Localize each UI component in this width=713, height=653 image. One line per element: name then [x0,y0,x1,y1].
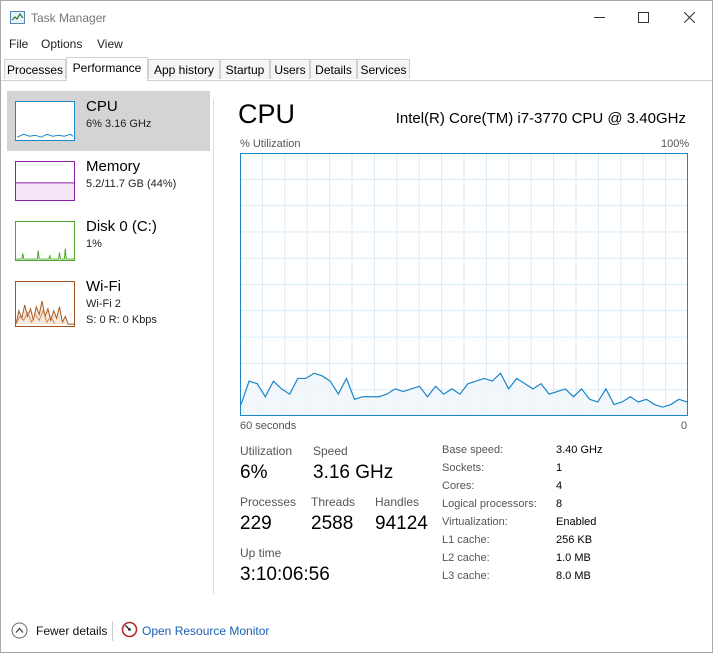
utilization-label: Utilization [240,444,293,458]
performance-sidebar: CPU 6% 3.16 GHz Memory 5.2/11.7 GB (44%)… [7,91,210,601]
speed-value: 3.16 GHz [313,462,394,483]
menu-options[interactable]: Options [41,37,82,51]
cpu-model-name: Intel(R) Core(TM) i7-3770 CPU @ 3.40GHz [395,110,686,127]
sidebar-divider [213,99,214,594]
tab-services[interactable]: Services [357,59,410,79]
sidebar-wifi-adapter: Wi-Fi 2 [86,298,121,310]
minimize-icon [593,17,605,18]
speed-label: Speed [313,444,348,458]
spec-label-l3-cache: L3 cache: [442,570,490,582]
sidebar-item-wifi[interactable]: Wi-Fi Wi-Fi 2 S: 0 R: 0 Kbps [7,273,210,339]
spec-value-sockets: 1 [556,462,563,474]
graph-min-label: 0 [681,420,688,432]
minimize-button[interactable] [576,1,622,34]
page-title: CPU [238,99,296,129]
uptime-label: Up time [240,546,282,560]
sidebar-disk-usage: 1% [86,238,102,250]
sidebar-item-disk[interactable]: Disk 0 (C:) 1% [7,213,210,273]
tab-performance[interactable]: Performance [66,57,148,81]
footer-separator [112,621,113,641]
cpu-utilization-graph [240,153,688,416]
sidebar-wifi-name: Wi-Fi [86,278,121,295]
sidebar-cpu-usage: 6% 3.16 GHz [86,118,152,130]
graph-max-label: 100% [661,138,690,150]
spec-value-base-speed: 3.40 GHz [556,444,603,456]
open-resource-monitor-label: Open Resource Monitor [142,624,270,638]
fewer-details-label: Fewer details [36,624,108,638]
handles-value: 94124 [375,513,428,534]
spec-label-logical-processors: Logical processors: [442,498,537,510]
footer-bar: Fewer details Open Resource Monitor [1,613,712,649]
sidebar-item-cpu[interactable]: CPU 6% 3.16 GHz [7,91,210,151]
processes-value: 229 [240,513,272,534]
task-manager-window: Task Manager File Options View Processes… [0,0,713,653]
close-icon [683,12,695,23]
task-manager-icon [10,11,25,24]
sidebar-item-memory[interactable]: Memory 5.2/11.7 GB (44%) [7,153,210,213]
spec-label-cores: Cores: [442,480,475,492]
threads-value: 2588 [311,513,354,534]
close-button[interactable] [666,1,712,34]
processes-label: Processes [240,495,297,509]
spec-label-base-speed: Base speed: [442,444,504,456]
graph-time-label: 60 seconds [240,420,297,432]
tab-startup[interactable]: Startup [220,59,270,79]
sidebar-wifi-throughput: S: 0 R: 0 Kbps [86,314,157,326]
cpu-thumbnail-graph [15,101,75,141]
spec-label-l1-cache: L1 cache: [442,534,490,546]
maximize-button[interactable] [620,1,666,34]
spec-label-l2-cache: L2 cache: [442,552,490,564]
handles-label: Handles [375,495,420,509]
tab-details[interactable]: Details [310,59,357,79]
maximize-icon [637,12,649,23]
spec-label-virtualization: Virtualization: [442,516,508,528]
menu-view[interactable]: View [97,37,123,51]
resource-monitor-icon [121,621,138,638]
threads-label: Threads [311,495,356,509]
window-title: Task Manager [31,11,107,25]
tab-users[interactable]: Users [270,59,310,79]
spec-value-logical-processors: 8 [556,498,563,510]
spec-value-l3-cache: 8.0 MB [556,570,591,582]
spec-value-l1-cache: 256 KB [556,534,593,546]
sidebar-disk-name: Disk 0 (C:) [86,218,157,235]
chevron-up-circle-icon [11,622,28,639]
menu-bar: File Options View [1,34,712,54]
spec-value-cores: 4 [556,480,563,492]
spec-value-l2-cache: 1.0 MB [556,552,591,564]
sidebar-memory-usage: 5.2/11.7 GB (44%) [86,178,177,190]
disk-thumbnail-graph [15,221,75,261]
wifi-thumbnail-graph [15,281,75,327]
sidebar-cpu-name: CPU [86,98,118,115]
utilization-value: 6% [240,462,268,483]
uptime-value: 3:10:06:56 [240,564,330,585]
sidebar-memory-name: Memory [86,158,141,175]
tab-bar: Processes Performance App history Startu… [1,57,712,81]
tab-processes[interactable]: Processes [4,59,66,79]
menu-file[interactable]: File [9,37,28,51]
spec-value-virtualization: Enabled [556,516,597,528]
spec-label-sockets: Sockets: [442,462,485,474]
tab-app-history[interactable]: App history [148,59,220,79]
graph-utilization-label: % Utilization [240,138,301,150]
memory-thumbnail-graph [15,161,75,201]
title-bar: Task Manager [1,1,712,34]
